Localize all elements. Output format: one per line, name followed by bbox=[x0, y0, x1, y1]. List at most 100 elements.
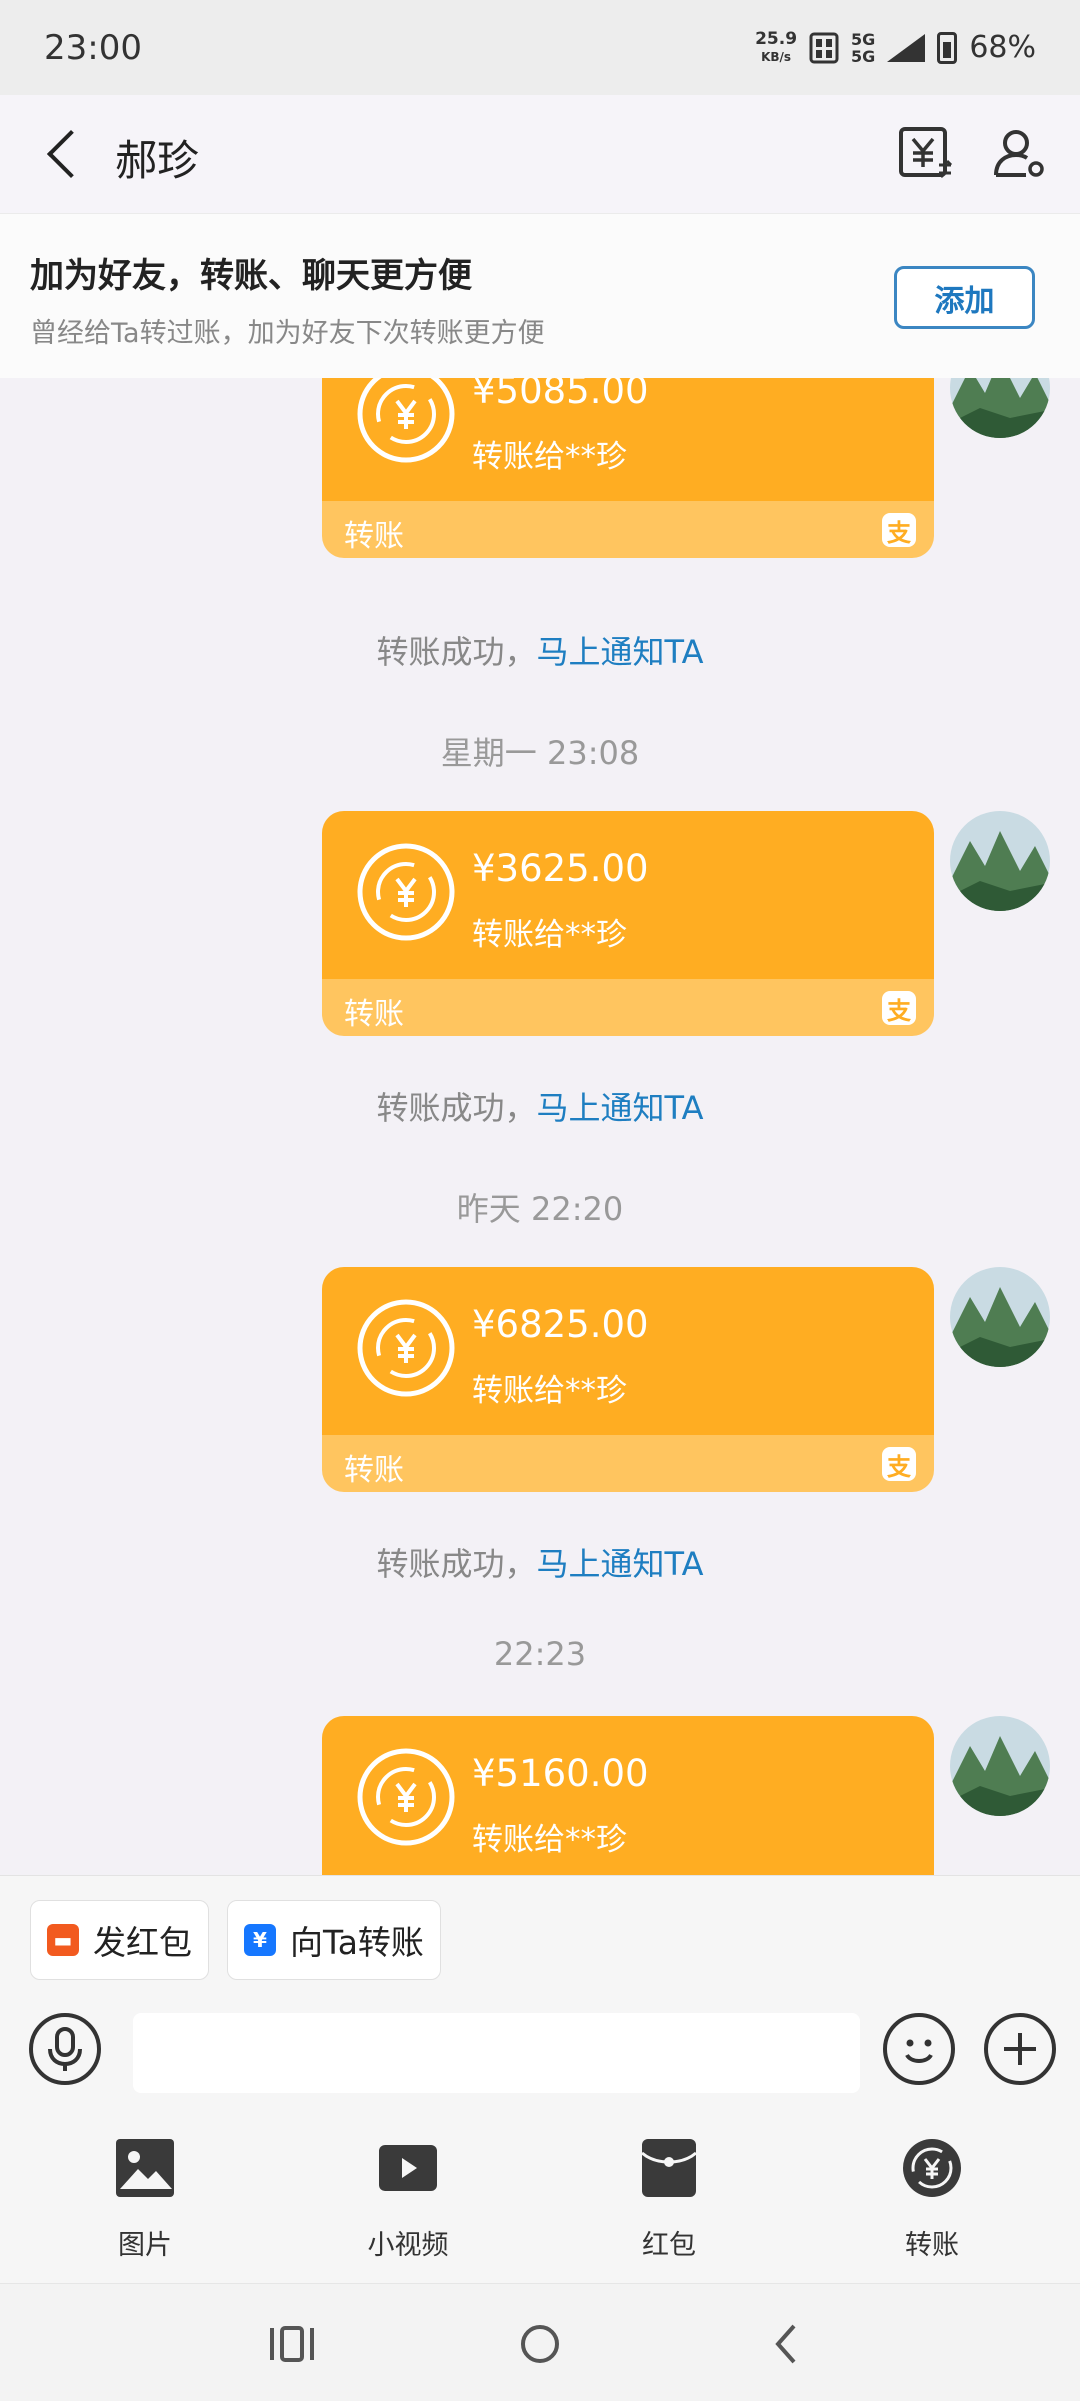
avatar-image bbox=[950, 1267, 1050, 1367]
transfer-amount: ¥5085.00 bbox=[472, 378, 649, 412]
system-nav-bar bbox=[0, 2283, 1080, 2401]
transfer-amount: ¥6825.00 bbox=[472, 1303, 649, 1346]
tool-image[interactable]: 图片 bbox=[55, 2137, 235, 2262]
avatar[interactable] bbox=[950, 1267, 1050, 1367]
message-input[interactable] bbox=[133, 2013, 860, 2093]
transfer-label: 转账 bbox=[344, 1453, 404, 1488]
tool-red-packet[interactable]: 红包 bbox=[579, 2137, 759, 2262]
transfer-amount: ¥5160.00 bbox=[472, 1752, 649, 1795]
transfer-success-notice: 转账成功，马上通知TA bbox=[0, 1539, 1080, 1585]
transfer-coin-icon bbox=[357, 843, 455, 941]
transfer-card[interactable]: ¥6825.00 转账给**珍 转账 支 bbox=[322, 1267, 934, 1492]
nav-back-icon[interactable] bbox=[758, 2314, 818, 2374]
transfer-success-notice: 转账成功，马上通知TA bbox=[0, 627, 1080, 673]
net-speed-value: 25.9 bbox=[755, 28, 798, 49]
sim-icon bbox=[809, 32, 839, 63]
red-envelope-icon: ▬ bbox=[47, 1924, 79, 1956]
transfer-card-footer bbox=[322, 501, 934, 558]
quick-actions-bar: ▬ 发红包 ¥ 向Ta转账 bbox=[0, 1875, 1080, 1983]
transfer-card-footer bbox=[322, 979, 934, 1036]
red-packet-icon bbox=[641, 2139, 697, 2197]
battery-icon bbox=[937, 31, 958, 64]
send-red-envelope-button[interactable]: ▬ 发红包 bbox=[30, 1900, 209, 1980]
timestamp: 22:23 bbox=[493, 1635, 587, 1673]
net-speed: 25.9 KB/s bbox=[755, 30, 797, 66]
smiley-icon[interactable] bbox=[883, 2013, 955, 2085]
tools-panel: 图片 小视频 红包 转账 bbox=[0, 2113, 1080, 2283]
signal-bars-icon bbox=[887, 33, 926, 62]
transfer-card[interactable]: ¥5160.00 转账给**珍 bbox=[322, 1716, 934, 1875]
transfer-yuan-icon bbox=[903, 2139, 961, 2197]
page-title: 郝珍 bbox=[115, 136, 200, 185]
yuan-transfer-icon: ¥ bbox=[244, 1924, 276, 1956]
chat-header: 郝珍 bbox=[0, 95, 1080, 213]
alipay-icon: 支 bbox=[882, 513, 916, 547]
smiley-glyph bbox=[905, 2039, 933, 2063]
avatar-image bbox=[950, 378, 1050, 438]
transfer-success-notice: 转账成功，马上通知TA bbox=[0, 1083, 1080, 1129]
add-friend-banner: 加为好友，转账、聊天更方便 曾经给Ta转过账，加为好友下次转账更方便 添加 bbox=[0, 213, 1080, 378]
transfer-card[interactable]: ¥3625.00 转账给**珍 转账 支 bbox=[322, 811, 934, 1036]
transfer-recipient: 转账给**珍 bbox=[472, 1822, 627, 1858]
transfer-recipient: 转账给**珍 bbox=[472, 439, 627, 475]
transfer-recipient: 转账给**珍 bbox=[472, 917, 627, 953]
transfer-coin-icon bbox=[357, 1299, 455, 1397]
alipay-icon: 支 bbox=[882, 991, 916, 1025]
transfer-card-footer bbox=[322, 1435, 934, 1492]
avatar[interactable] bbox=[950, 811, 1050, 911]
timestamp: 昨天 22:20 bbox=[456, 1190, 624, 1228]
status-icons: 25.9 KB/s 5G 5G 68% bbox=[755, 30, 1036, 66]
quick-action-label: 发红包 bbox=[93, 1923, 192, 1962]
chevron-left-icon[interactable] bbox=[40, 127, 90, 181]
tool-transfer[interactable]: 转账 bbox=[842, 2137, 1022, 2262]
home-circle-icon[interactable] bbox=[510, 2314, 570, 2374]
add-friend-button[interactable]: 添加 bbox=[894, 266, 1035, 329]
banner-title: 加为好友，转账、聊天更方便 bbox=[30, 256, 472, 296]
transfer-label: 转账 bbox=[344, 519, 404, 554]
microphone-glyph bbox=[48, 2027, 82, 2071]
signal-type: 5G 5G bbox=[851, 31, 875, 65]
status-bar: 23:00 25.9 KB/s 5G 5G 68% bbox=[0, 0, 1080, 95]
video-icon bbox=[379, 2145, 437, 2191]
avatar-image bbox=[950, 1716, 1050, 1816]
transfer-coin-icon bbox=[357, 378, 455, 463]
transfer-label: 转账 bbox=[344, 997, 404, 1032]
chat-message-list[interactable]: ¥5085.00 转账给**珍 转账 支 转账成功，马上通知TA 星期一 23:… bbox=[0, 378, 1080, 1875]
transfer-card[interactable]: ¥5085.00 转账给**珍 转账 支 bbox=[322, 378, 934, 558]
plus-icon[interactable] bbox=[984, 2013, 1056, 2085]
tool-label: 小视频 bbox=[367, 2230, 449, 2261]
tool-label: 图片 bbox=[118, 2230, 172, 2261]
notify-link[interactable]: 马上通知TA bbox=[537, 1089, 704, 1127]
avatar[interactable] bbox=[950, 378, 1050, 438]
quick-action-label: 向Ta转账 bbox=[290, 1923, 424, 1962]
tool-label: 转账 bbox=[905, 2230, 959, 2261]
avatar-image bbox=[950, 811, 1050, 911]
signal-type-1: 5G bbox=[851, 29, 876, 49]
notice-text: 转账成功， bbox=[376, 1545, 537, 1583]
image-icon bbox=[116, 2139, 174, 2197]
status-time: 23:00 bbox=[44, 27, 142, 68]
transfer-to-ta-button[interactable]: ¥ 向Ta转账 bbox=[227, 1900, 441, 1980]
notice-text: 转账成功， bbox=[376, 1089, 537, 1127]
battery-level: 68% bbox=[969, 30, 1036, 65]
alipay-icon: 支 bbox=[882, 1447, 916, 1481]
net-speed-unit: KB/s bbox=[761, 49, 792, 64]
yuan-record-icon[interactable] bbox=[895, 123, 955, 183]
message-input-bar bbox=[0, 1983, 1080, 2113]
recent-apps-icon[interactable] bbox=[262, 2314, 322, 2374]
tool-label: 红包 bbox=[642, 2230, 696, 2261]
person-settings-icon[interactable] bbox=[990, 123, 1050, 183]
notify-link[interactable]: 马上通知TA bbox=[537, 1545, 704, 1583]
plus-glyph bbox=[1004, 2033, 1036, 2065]
transfer-amount: ¥3625.00 bbox=[472, 847, 649, 890]
tool-video[interactable]: 小视频 bbox=[318, 2137, 498, 2262]
signal-type-2: 5G bbox=[851, 46, 876, 66]
banner-subtitle: 曾经给Ta转过账，加为好友下次转账更方便 bbox=[30, 318, 545, 349]
microphone-icon[interactable] bbox=[29, 2013, 101, 2085]
timestamp: 星期一 23:08 bbox=[440, 734, 640, 772]
notify-link[interactable]: 马上通知TA bbox=[537, 633, 704, 671]
transfer-coin-icon bbox=[357, 1748, 455, 1846]
transfer-recipient: 转账给**珍 bbox=[472, 1373, 627, 1409]
notice-text: 转账成功， bbox=[376, 633, 537, 671]
avatar[interactable] bbox=[950, 1716, 1050, 1816]
